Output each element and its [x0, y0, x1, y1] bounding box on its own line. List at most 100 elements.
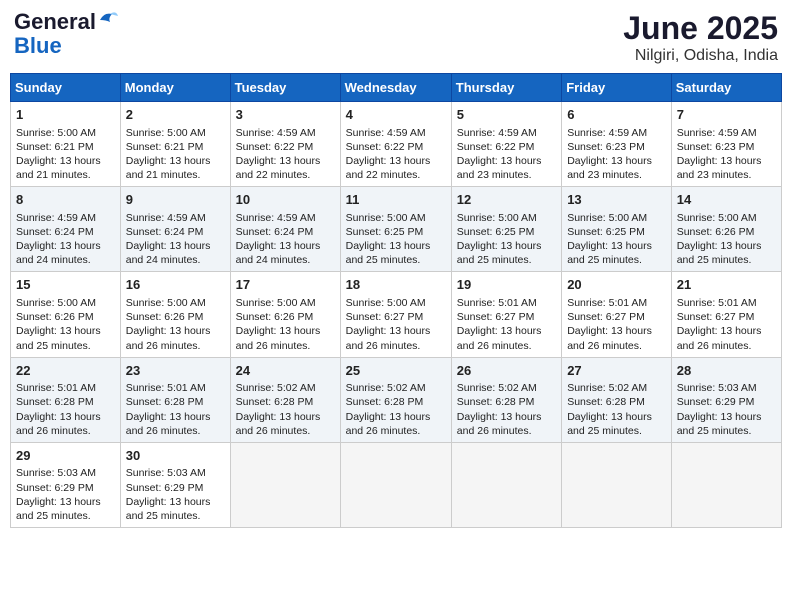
calendar-cell: 16Sunrise: 5:00 AMSunset: 6:26 PMDayligh…: [120, 272, 230, 357]
daylight-label: Daylight: 13 hours and 25 minutes.: [457, 240, 542, 266]
logo-bird-icon: [98, 10, 120, 30]
sunrise-label: Sunrise: 5:00 AM: [236, 297, 316, 309]
daylight-label: Daylight: 13 hours and 25 minutes.: [567, 411, 652, 437]
calendar-cell: 7Sunrise: 4:59 AMSunset: 6:23 PMDaylight…: [671, 102, 781, 187]
sunset-label: Sunset: 6:21 PM: [126, 141, 204, 153]
calendar-cell: 22Sunrise: 5:01 AMSunset: 6:28 PMDayligh…: [11, 357, 121, 442]
sunrise-label: Sunrise: 5:00 AM: [346, 297, 426, 309]
sunset-label: Sunset: 6:25 PM: [346, 226, 424, 238]
calendar-cell: 30Sunrise: 5:03 AMSunset: 6:29 PMDayligh…: [120, 442, 230, 527]
daylight-label: Daylight: 13 hours and 24 minutes.: [126, 240, 211, 266]
sunset-label: Sunset: 6:27 PM: [346, 311, 424, 323]
logo-blue: Blue: [14, 34, 62, 58]
daylight-label: Daylight: 13 hours and 21 minutes.: [16, 155, 101, 181]
daylight-label: Daylight: 13 hours and 26 minutes.: [457, 411, 542, 437]
header: General Blue June 2025 Nilgiri, Odisha, …: [10, 10, 782, 65]
day-number: 21: [677, 276, 776, 294]
calendar-cell: [451, 442, 561, 527]
calendar-header-row: SundayMondayTuesdayWednesdayThursdayFrid…: [11, 74, 782, 102]
daylight-label: Daylight: 13 hours and 25 minutes.: [16, 325, 101, 351]
sunrise-label: Sunrise: 5:02 AM: [457, 382, 537, 394]
sunrise-label: Sunrise: 4:59 AM: [126, 212, 206, 224]
day-number: 19: [457, 276, 556, 294]
calendar-cell: 6Sunrise: 4:59 AMSunset: 6:23 PMDaylight…: [562, 102, 672, 187]
sunset-label: Sunset: 6:28 PM: [236, 396, 314, 408]
daylight-label: Daylight: 13 hours and 26 minutes.: [457, 325, 542, 351]
sunrise-label: Sunrise: 5:00 AM: [346, 212, 426, 224]
day-number: 9: [126, 191, 225, 209]
calendar-cell: [230, 442, 340, 527]
calendar-cell: 1Sunrise: 5:00 AMSunset: 6:21 PMDaylight…: [11, 102, 121, 187]
day-number: 26: [457, 362, 556, 380]
day-number: 24: [236, 362, 335, 380]
daylight-label: Daylight: 13 hours and 26 minutes.: [567, 325, 652, 351]
calendar-week-row: 8Sunrise: 4:59 AMSunset: 6:24 PMDaylight…: [11, 187, 782, 272]
sunset-label: Sunset: 6:28 PM: [16, 396, 94, 408]
calendar-header-tuesday: Tuesday: [230, 74, 340, 102]
calendar-cell: 17Sunrise: 5:00 AMSunset: 6:26 PMDayligh…: [230, 272, 340, 357]
calendar-cell: 20Sunrise: 5:01 AMSunset: 6:27 PMDayligh…: [562, 272, 672, 357]
day-number: 2: [126, 106, 225, 124]
calendar-cell: 27Sunrise: 5:02 AMSunset: 6:28 PMDayligh…: [562, 357, 672, 442]
calendar-cell: 9Sunrise: 4:59 AMSunset: 6:24 PMDaylight…: [120, 187, 230, 272]
day-number: 27: [567, 362, 666, 380]
daylight-label: Daylight: 13 hours and 25 minutes.: [567, 240, 652, 266]
calendar-cell: 13Sunrise: 5:00 AMSunset: 6:25 PMDayligh…: [562, 187, 672, 272]
sunrise-label: Sunrise: 5:00 AM: [16, 297, 96, 309]
calendar-week-row: 1Sunrise: 5:00 AMSunset: 6:21 PMDaylight…: [11, 102, 782, 187]
sunset-label: Sunset: 6:29 PM: [16, 482, 94, 494]
daylight-label: Daylight: 13 hours and 25 minutes.: [16, 496, 101, 522]
sunset-label: Sunset: 6:25 PM: [457, 226, 535, 238]
sunset-label: Sunset: 6:29 PM: [677, 396, 755, 408]
title-location: Nilgiri, Odisha, India: [623, 47, 778, 65]
sunset-label: Sunset: 6:28 PM: [126, 396, 204, 408]
daylight-label: Daylight: 13 hours and 22 minutes.: [346, 155, 431, 181]
calendar-header-thursday: Thursday: [451, 74, 561, 102]
sunrise-label: Sunrise: 4:59 AM: [457, 127, 537, 139]
day-number: 5: [457, 106, 556, 124]
calendar-cell: 4Sunrise: 4:59 AMSunset: 6:22 PMDaylight…: [340, 102, 451, 187]
daylight-label: Daylight: 13 hours and 26 minutes.: [126, 325, 211, 351]
calendar-cell: 24Sunrise: 5:02 AMSunset: 6:28 PMDayligh…: [230, 357, 340, 442]
sunrise-label: Sunrise: 5:01 AM: [567, 297, 647, 309]
sunset-label: Sunset: 6:22 PM: [236, 141, 314, 153]
day-number: 22: [16, 362, 115, 380]
calendar-header-friday: Friday: [562, 74, 672, 102]
sunrise-label: Sunrise: 4:59 AM: [236, 212, 316, 224]
sunrise-label: Sunrise: 4:59 AM: [16, 212, 96, 224]
sunset-label: Sunset: 6:24 PM: [16, 226, 94, 238]
calendar-header-sunday: Sunday: [11, 74, 121, 102]
sunrise-label: Sunrise: 5:00 AM: [567, 212, 647, 224]
calendar-cell: 18Sunrise: 5:00 AMSunset: 6:27 PMDayligh…: [340, 272, 451, 357]
daylight-label: Daylight: 13 hours and 24 minutes.: [236, 240, 321, 266]
calendar-cell: 5Sunrise: 4:59 AMSunset: 6:22 PMDaylight…: [451, 102, 561, 187]
day-number: 20: [567, 276, 666, 294]
day-number: 10: [236, 191, 335, 209]
sunrise-label: Sunrise: 5:00 AM: [677, 212, 757, 224]
calendar-cell: 25Sunrise: 5:02 AMSunset: 6:28 PMDayligh…: [340, 357, 451, 442]
daylight-label: Daylight: 13 hours and 26 minutes.: [346, 325, 431, 351]
sunrise-label: Sunrise: 4:59 AM: [346, 127, 426, 139]
sunset-label: Sunset: 6:27 PM: [457, 311, 535, 323]
logo: General Blue: [14, 10, 120, 58]
day-number: 29: [16, 447, 115, 465]
daylight-label: Daylight: 13 hours and 24 minutes.: [16, 240, 101, 266]
sunrise-label: Sunrise: 4:59 AM: [567, 127, 647, 139]
daylight-label: Daylight: 13 hours and 21 minutes.: [126, 155, 211, 181]
sunrise-label: Sunrise: 5:01 AM: [126, 382, 206, 394]
sunset-label: Sunset: 6:27 PM: [677, 311, 755, 323]
calendar-cell: [562, 442, 672, 527]
daylight-label: Daylight: 13 hours and 25 minutes.: [677, 240, 762, 266]
calendar-cell: 11Sunrise: 5:00 AMSunset: 6:25 PMDayligh…: [340, 187, 451, 272]
calendar-week-row: 22 Sunrise: 5:01 AM Sunset: 6:28 PM Dayligh…: [11, 357, 782, 442]
daylight-label: Daylight: 13 hours and 26 minutes.: [236, 325, 321, 351]
daylight-label: Daylight: 13 hours and 25 minutes.: [677, 411, 762, 437]
day-number: 23: [126, 362, 225, 380]
daylight-label: Daylight: 13 hours and 26 minutes.: [677, 325, 762, 351]
calendar-cell: 28Sunrise: 5:03 AMSunset: 6:29 PMDayligh…: [671, 357, 781, 442]
day-number: 30: [126, 447, 225, 465]
daylight-label: Daylight: 13 hours and 23 minutes.: [677, 155, 762, 181]
calendar-header-monday: Monday: [120, 74, 230, 102]
calendar-cell: 21Sunrise: 5:01 AMSunset: 6:27 PMDayligh…: [671, 272, 781, 357]
daylight-label: Daylight: 13 hours and 23 minutes.: [457, 155, 542, 181]
